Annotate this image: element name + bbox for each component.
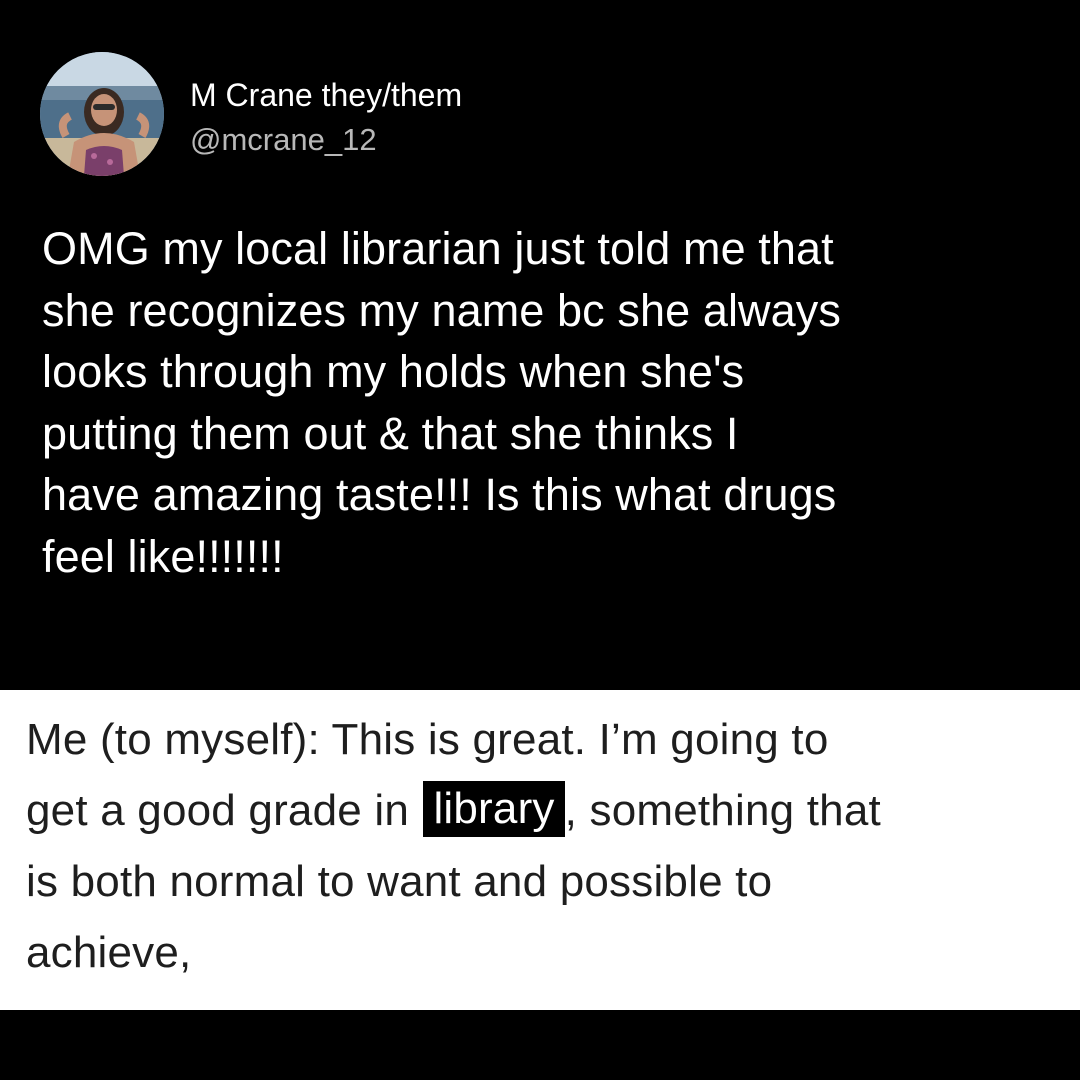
tweet-text-line: OMG my local librarian just told me that [42,223,834,274]
tweet-text-line: feel like!!!!!!! [42,530,284,582]
tweet-card: M Crane they/them @mcrane_12 OMG my loca… [0,0,1080,690]
tweet-text-line: have amazing taste!!! Is this what drugs [42,469,837,520]
profile-photo-icon [40,52,164,176]
display-name[interactable]: M Crane they/them [190,76,462,114]
avatar[interactable] [40,52,164,176]
quote-line: is both normal to want and possible to [26,857,773,906]
quote-line: get a good grade in library, something t… [26,775,1066,846]
quote-line: achieve, [26,928,192,977]
quote-text: Me (to myself): This is great. I’m going… [26,704,1066,988]
tweet-text-line: she recognizes my name bc she always [42,284,841,336]
quote-card: Me (to myself): This is great. I’m going… [0,690,1080,1010]
quote-text-after: , something that [564,786,881,835]
tweet-text-line: putting them out & that she thinks I [42,407,739,459]
highlighted-word: library [423,781,565,837]
quote-line: Me (to myself): This is great. I’m going… [26,715,829,764]
tweet-text-line: looks through my holds when she's [42,346,745,397]
quote-text-before: get a good grade in [26,786,409,835]
tweet-text: OMG my local librarian just told me that… [42,218,1052,587]
user-handle[interactable]: @mcrane_12 [190,121,377,159]
